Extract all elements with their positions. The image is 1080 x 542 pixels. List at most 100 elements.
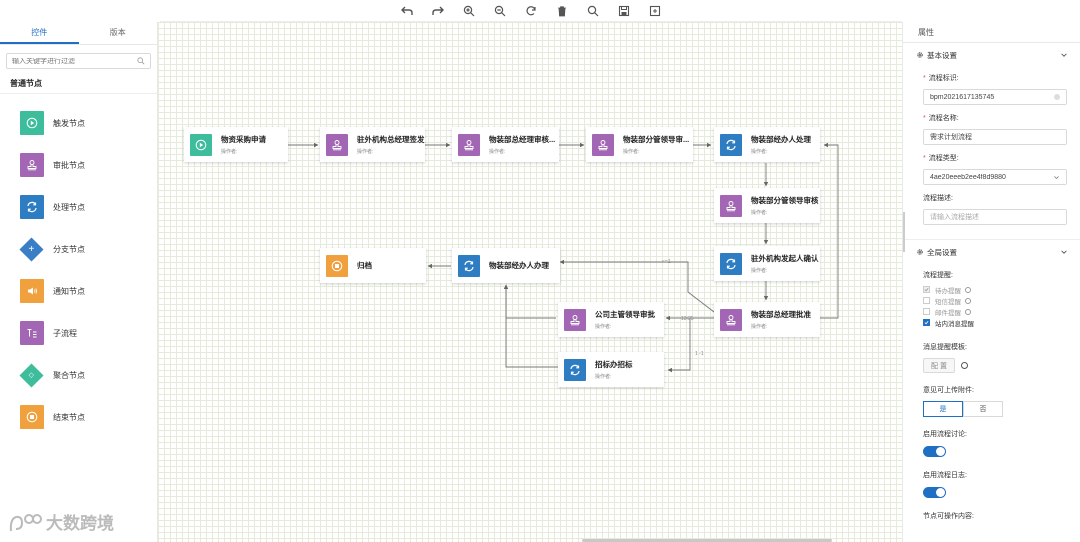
checkbox[interactable]	[923, 319, 930, 326]
label-text: 流程提醒:	[923, 272, 953, 279]
flow-node[interactable]: 物装部分管领导审... 操作者:	[586, 127, 693, 162]
palette-item-merge[interactable]: ◇ 聚合节点	[0, 354, 157, 396]
stamp-icon	[720, 308, 742, 331]
discussion-switch[interactable]	[923, 446, 946, 457]
checkbox[interactable]	[923, 286, 930, 293]
palette-item-trigger[interactable]: 触发节点	[0, 102, 157, 144]
branch-icon: +	[19, 236, 44, 262]
clear-icon[interactable]	[1054, 94, 1060, 100]
palette-item-approve[interactable]: 审批节点	[0, 144, 157, 186]
flow-node[interactable]: 驻外机构发起人确认 操作者:	[714, 246, 820, 281]
zoom-in-icon[interactable]	[462, 4, 476, 18]
info-icon	[965, 286, 971, 293]
undo-icon[interactable]	[400, 4, 414, 18]
checkbox[interactable]	[923, 297, 930, 304]
logo-icon	[9, 513, 42, 531]
no-button[interactable]: 否	[963, 401, 1003, 417]
reminder-label: 待办提醒	[935, 287, 961, 295]
log-switch[interactable]	[923, 487, 946, 498]
panel-scrollbar[interactable]	[903, 212, 905, 252]
flow-node[interactable]: 物装部经办人办理	[452, 248, 560, 283]
flow-node[interactable]: 物装部总经理审核... 操作者:	[452, 127, 559, 162]
palette-item-notify[interactable]: 通知节点	[0, 270, 157, 312]
label-text: 流程描述:	[923, 195, 953, 202]
node-palette: 触发节点 审批节点 处理节点 + 分支节点 通知节点 子流程 ◇ 聚合节点 结束…	[0, 102, 157, 438]
section-global[interactable]: 全局设置	[903, 242, 1080, 262]
process-type-select[interactable]: 4ae20eeeb2ee4f8d9880	[923, 169, 1067, 185]
label-text: 意见可上传附件:	[923, 387, 974, 394]
play-icon	[190, 133, 212, 156]
field-label: 流程提醒:	[903, 270, 1080, 280]
node-operator: 操作者:	[221, 149, 238, 155]
label-text: 消息提醒模板:	[923, 344, 967, 351]
required-mark: *	[923, 75, 926, 82]
reminder-sms[interactable]: 短信提醒	[903, 295, 1080, 306]
zoom-out-icon[interactable]	[493, 4, 507, 18]
flow-node[interactable]: 物装部总经理批准 操作者:	[714, 302, 820, 337]
flow-node[interactable]: 物资采购申请 操作者:	[184, 127, 288, 162]
process-name-field[interactable]: 需求计划流程	[923, 129, 1067, 145]
reminder-site-msg[interactable]: 站内消息提醒	[903, 317, 1080, 328]
flow-node[interactable]: 招标办招标 操作者:	[558, 352, 664, 387]
node-operator: 操作者:	[751, 210, 768, 216]
flow-node[interactable]: 驻外机构总经理签发 操作者:	[320, 127, 425, 162]
field-value: 4ae20eeeb2ee4f8d9880	[930, 173, 1006, 181]
filter-search	[6, 53, 151, 69]
node-title: 驻外机构总经理签发	[357, 135, 425, 144]
tab-versions[interactable]: 版本	[79, 22, 158, 44]
group-title: 普通节点	[10, 79, 42, 88]
info-icon	[965, 308, 971, 315]
label-text: 启用流程讨论:	[923, 431, 967, 438]
refresh-icon	[720, 133, 742, 156]
chevron-down-icon[interactable]	[1060, 248, 1068, 256]
edge-label: 13:35	[681, 316, 694, 322]
flow-node[interactable]: 公司主管领导审批 操作者:	[558, 302, 664, 337]
label-text: 启用流程日志:	[923, 472, 967, 479]
notify-icon	[20, 279, 44, 303]
stamp-icon	[720, 194, 742, 217]
refresh-icon[interactable]	[524, 4, 538, 18]
redo-icon[interactable]	[431, 4, 445, 18]
palette-item-subflow[interactable]: 子流程	[0, 312, 157, 354]
required-mark: *	[923, 115, 926, 122]
section-title: 全局设置	[927, 247, 957, 257]
yes-button[interactable]: 是	[923, 401, 963, 417]
flow-node[interactable]: 归档	[320, 248, 426, 283]
divider	[0, 93, 157, 94]
tab-controls[interactable]: 控件	[0, 22, 79, 44]
search-icon[interactable]	[137, 57, 145, 65]
reminder-email[interactable]: 邮件提醒	[903, 306, 1080, 317]
section-basic[interactable]: 基本设置	[903, 45, 1080, 65]
info-icon	[965, 297, 971, 304]
node-operator: 操作者:	[595, 324, 612, 330]
search-icon[interactable]	[586, 4, 600, 18]
field-label: * 流程名称:	[903, 113, 1080, 123]
field-label: 流程描述:	[903, 193, 1080, 203]
field-label: 启用流程日志:	[903, 470, 1080, 480]
field-label: 节点可操作内容:	[903, 511, 1080, 521]
delete-icon[interactable]	[555, 4, 569, 18]
node-operator: 操作者:	[751, 324, 768, 330]
checkbox[interactable]	[923, 308, 930, 315]
palette-item-process[interactable]: 处理节点	[0, 186, 157, 228]
flow-node[interactable]: 物装部经办人处理 操作者:	[714, 127, 820, 162]
node-title: 物装部经办人办理	[489, 261, 549, 270]
flow-canvas[interactable]: <=1 13:35 1 -1 物资采购申请 操作者: 驻外机构总经理签发 操作者: …	[158, 22, 902, 542]
reminder-label: 邮件提醒	[935, 309, 961, 317]
stamp-icon	[20, 153, 44, 177]
palette-item-label: 处理节点	[53, 202, 85, 212]
palette-item-end[interactable]: 结束节点	[0, 396, 157, 438]
save-icon[interactable]	[617, 4, 631, 18]
palette-item-branch[interactable]: + 分支节点	[0, 228, 157, 270]
chevron-down-icon[interactable]	[1060, 51, 1068, 59]
reminder-todo[interactable]: 待办提醒	[903, 284, 1080, 295]
process-desc-field[interactable]: 请输入流程描述	[923, 209, 1067, 225]
node-title: 物装部分管领导审核	[751, 196, 819, 205]
config-button[interactable]: 配 置	[923, 358, 955, 373]
export-icon[interactable]	[648, 4, 662, 18]
flow-node[interactable]: 物装部分管领导审核 操作者:	[714, 188, 820, 223]
stamp-icon	[326, 133, 348, 156]
node-title: 招标办招标	[595, 360, 633, 369]
filter-input[interactable]	[12, 57, 137, 65]
process-id-field[interactable]: bpm20216171357​45	[923, 89, 1067, 105]
